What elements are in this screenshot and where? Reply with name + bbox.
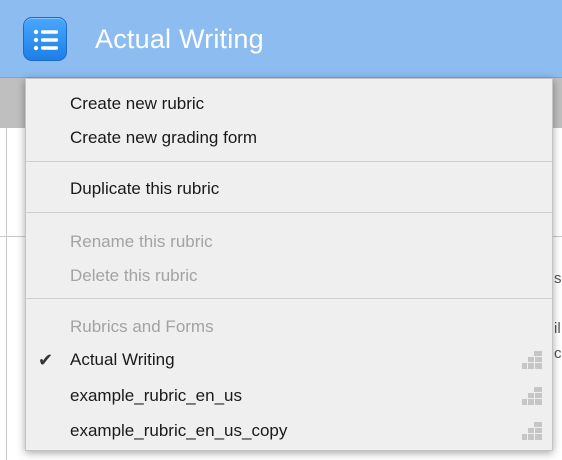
menu-item-duplicate-rubric[interactable]: Duplicate this rubric bbox=[26, 174, 552, 204]
rubric-item-label: Actual Writing bbox=[70, 350, 175, 369]
checkmark-icon: ✔ bbox=[38, 350, 54, 370]
menu-item-label: Delete this rubric bbox=[70, 266, 198, 285]
app-title: Actual Writing bbox=[95, 24, 264, 54]
list-menu-icon bbox=[33, 29, 58, 51]
app-header: Actual Writing bbox=[0, 0, 562, 78]
menu-item-delete-rubric: Delete this rubric bbox=[26, 261, 552, 291]
menu-item-rename-rubric: Rename this rubric bbox=[26, 227, 552, 257]
section-label-rubrics-and-forms: Rubrics and Forms bbox=[70, 317, 214, 336]
menu-divider bbox=[26, 212, 552, 213]
menu-divider bbox=[26, 161, 552, 162]
grid-icon bbox=[522, 351, 542, 369]
rubric-item-label: example_rubric_en_us_copy bbox=[70, 421, 288, 440]
rubric-item-example-rubric-en-us[interactable]: example_rubric_en_us bbox=[26, 381, 552, 411]
menu-button[interactable] bbox=[23, 17, 67, 61]
rubric-dropdown-menu: Create new rubric Create new grading for… bbox=[25, 78, 553, 451]
menu-item-label: Create new rubric bbox=[70, 94, 205, 113]
menu-item-create-grading-form[interactable]: Create new grading form bbox=[26, 123, 552, 153]
menu-item-label: Duplicate this rubric bbox=[70, 179, 220, 198]
rubric-item-label: example_rubric_en_us bbox=[70, 386, 242, 405]
menu-item-label: Create new grading form bbox=[70, 128, 258, 147]
background-text-fragment: c bbox=[554, 345, 562, 362]
background-text-fragment: il bbox=[554, 320, 561, 337]
background-text-fragment: s bbox=[554, 270, 562, 287]
menu-item-label: Rename this rubric bbox=[70, 232, 213, 251]
rubric-item-actual-writing[interactable]: ✔ Actual Writing bbox=[26, 345, 552, 375]
rubric-item-example-rubric-en-us-copy[interactable]: example_rubric_en_us_copy bbox=[26, 416, 552, 446]
grid-icon bbox=[522, 387, 542, 405]
menu-divider bbox=[26, 298, 552, 299]
grid-icon bbox=[522, 422, 542, 440]
menu-item-create-rubric[interactable]: Create new rubric bbox=[26, 89, 552, 119]
